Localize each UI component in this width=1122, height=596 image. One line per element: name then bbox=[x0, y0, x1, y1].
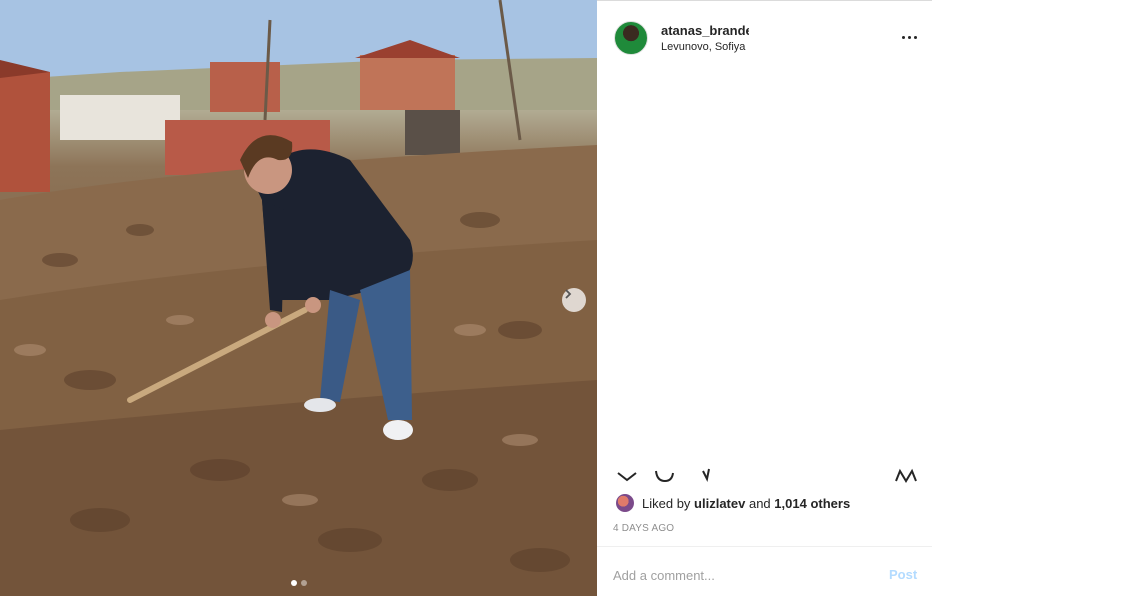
carousel-dot bbox=[300, 580, 307, 586]
more-options-icon[interactable] bbox=[897, 29, 921, 45]
post-header: atanas_brande Levunovo, Sofiya bbox=[597, 1, 932, 71]
likes-count-link[interactable]: 1,014 others bbox=[774, 496, 850, 511]
likes-joiner: and bbox=[748, 495, 771, 511]
post-comment-button[interactable]: Post bbox=[889, 567, 917, 582]
action-bar bbox=[597, 467, 932, 489]
heart-icon[interactable] bbox=[616, 467, 638, 489]
likes-prefix: Liked by bbox=[642, 495, 691, 511]
carousel-dot bbox=[290, 580, 297, 586]
likes-summary: Liked by ulizlatev and 1,014 others bbox=[616, 493, 850, 513]
post-timestamp[interactable]: 4 DAYS AGO bbox=[613, 523, 674, 534]
next-photo-button[interactable] bbox=[562, 288, 586, 312]
chevron-right-icon bbox=[565, 289, 572, 299]
post-details-panel: atanas_brande Levunovo, Sofiya Liked by … bbox=[597, 0, 932, 596]
post-photo[interactable] bbox=[0, 0, 597, 596]
username-link[interactable]: atanas_brande bbox=[661, 23, 749, 38]
photo-scene bbox=[0, 0, 597, 596]
share-icon[interactable] bbox=[699, 467, 713, 489]
liker-avatar[interactable] bbox=[616, 494, 634, 512]
liker-username-link[interactable]: ulizlatev bbox=[694, 496, 745, 511]
divider bbox=[597, 546, 932, 547]
comment-icon[interactable] bbox=[653, 467, 677, 489]
carousel-dots bbox=[0, 580, 597, 586]
comment-input[interactable] bbox=[613, 564, 863, 586]
bookmark-icon[interactable] bbox=[894, 467, 918, 489]
avatar[interactable] bbox=[614, 21, 648, 55]
location-link[interactable]: Levunovo, Sofiya bbox=[661, 41, 749, 53]
